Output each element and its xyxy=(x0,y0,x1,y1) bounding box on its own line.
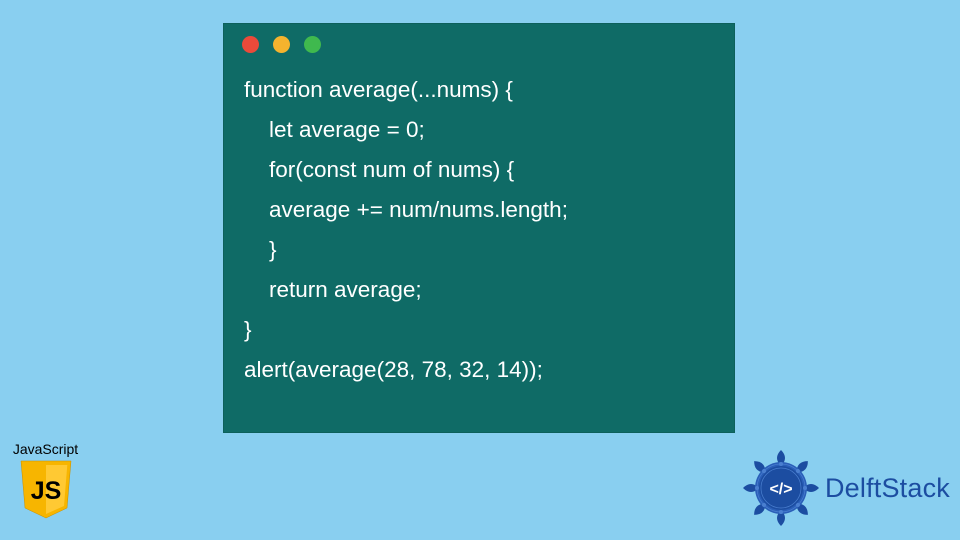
code-line: } xyxy=(244,237,277,262)
code-line: let average = 0; xyxy=(244,117,425,142)
code-line: } xyxy=(244,317,252,342)
js-letters: JS xyxy=(30,477,61,505)
close-icon[interactable] xyxy=(242,36,259,53)
javascript-shield-icon: JS xyxy=(19,459,73,521)
maximize-icon[interactable] xyxy=(304,36,321,53)
delft-tag: </> xyxy=(769,481,792,498)
minimize-icon[interactable] xyxy=(273,36,290,53)
delftstack-badge: </> DelftStack xyxy=(741,448,950,528)
code-line: alert(average(28, 78, 32, 14)); xyxy=(244,357,543,382)
javascript-badge: JavaScript JS xyxy=(8,441,83,526)
code-line: average += num/nums.length; xyxy=(244,197,568,222)
code-line: for(const num of nums) { xyxy=(244,157,514,182)
code-line: return average; xyxy=(244,277,422,302)
code-window: function average(...nums) { let average … xyxy=(223,23,735,433)
javascript-label: JavaScript xyxy=(8,441,83,457)
code-block: function average(...nums) { let average … xyxy=(224,64,734,390)
delftstack-brand: DelftStack xyxy=(825,473,950,504)
delftstack-rosette-icon: </> xyxy=(741,448,821,528)
code-line: function average(...nums) { xyxy=(244,77,513,102)
window-titlebar xyxy=(224,24,734,64)
